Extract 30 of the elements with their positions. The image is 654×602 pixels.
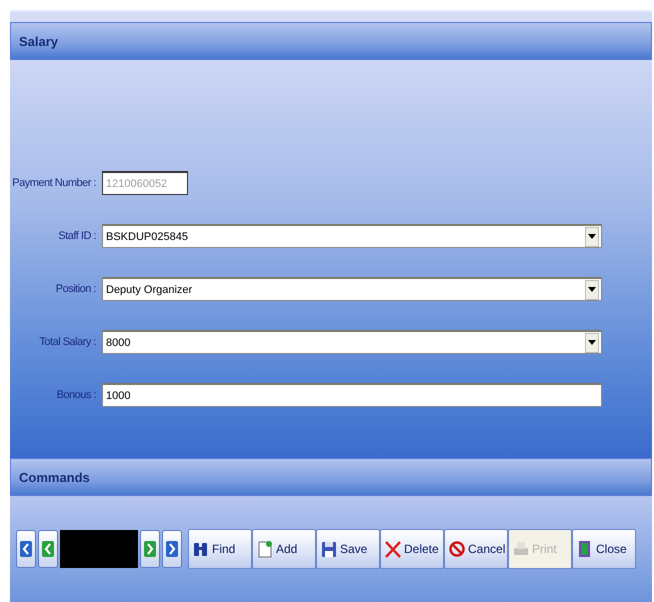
dropdown-field[interactable]: Deputy Organizer [102, 277, 602, 301]
first-record-button[interactable] [16, 530, 36, 568]
delete-button[interactable]: Delete [380, 529, 444, 569]
chevron-left-icon [42, 541, 54, 557]
section-title: Salary [19, 34, 58, 48]
chevron-left-icon [20, 541, 32, 557]
close-button[interactable]: Close [572, 529, 636, 569]
cancel-button[interactable]: Cancel [444, 529, 508, 569]
dropdown-field[interactable]: 8000 [102, 330, 602, 354]
field-label: Staff ID : [57, 230, 96, 242]
next-record-button[interactable] [140, 530, 160, 568]
save-button[interactable]: Save [316, 529, 380, 569]
field-label: Position : [54, 283, 96, 295]
section-title: Commands [19, 470, 90, 484]
chevron-right-icon [166, 541, 178, 557]
last-record-button[interactable] [162, 530, 182, 568]
dropdown-field[interactable]: BSKDUP025845 [102, 224, 602, 248]
input-field[interactable]: 1000 [102, 383, 602, 407]
field-label: Total Salary : [38, 336, 96, 348]
chevron-right-icon [144, 541, 156, 557]
find-button[interactable]: Find [188, 529, 252, 569]
cross-icon [385, 540, 401, 558]
new-page-icon [257, 540, 273, 558]
field-label: Bonous : [56, 389, 96, 401]
door-icon [577, 540, 593, 558]
printer-icon [513, 540, 529, 558]
add-button[interactable]: Add [252, 529, 316, 569]
field-label: Payment Number : [11, 177, 96, 189]
previous-record-button[interactable] [38, 530, 58, 568]
no-entry-icon [449, 540, 465, 558]
